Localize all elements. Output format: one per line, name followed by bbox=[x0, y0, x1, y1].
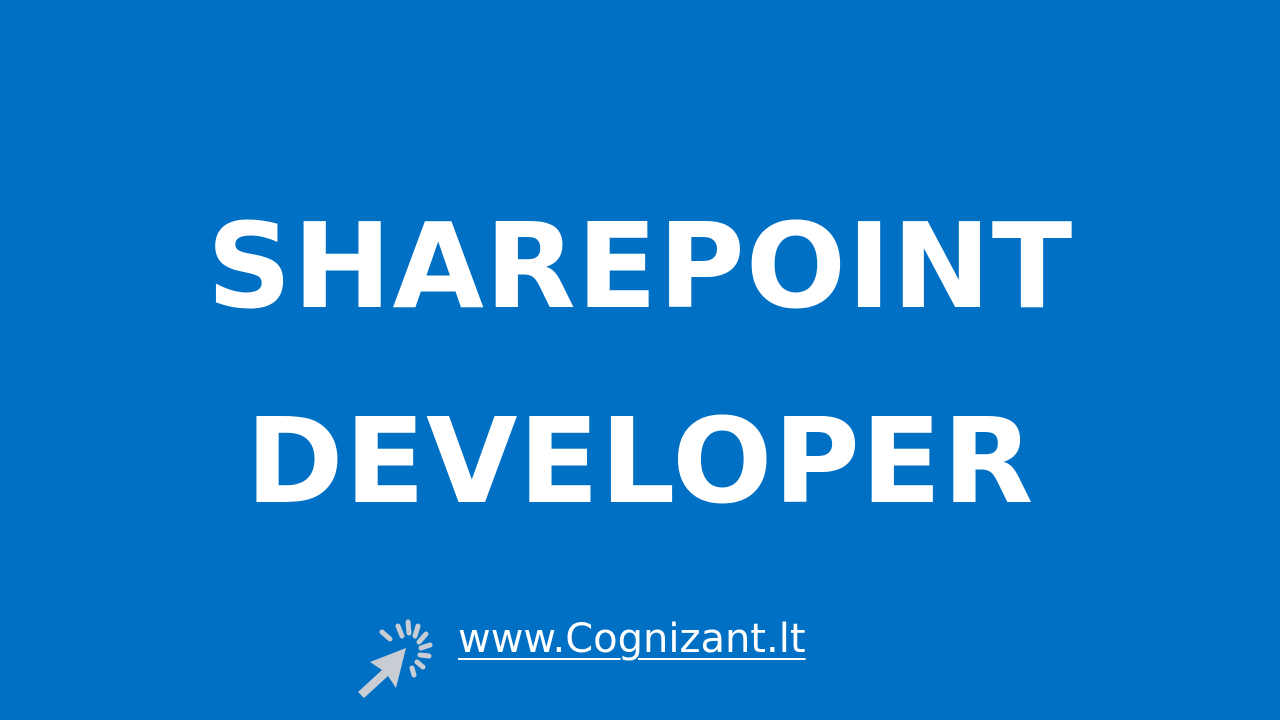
website-link-row: www.Cognizant.lt bbox=[352, 612, 806, 704]
website-link[interactable]: www.Cognizant.lt bbox=[458, 616, 806, 662]
headline-line-1: SHAREPOINT bbox=[206, 197, 1074, 335]
click-cursor-icon bbox=[358, 619, 433, 698]
headline-line-2: DEVELOPER bbox=[245, 392, 1035, 530]
